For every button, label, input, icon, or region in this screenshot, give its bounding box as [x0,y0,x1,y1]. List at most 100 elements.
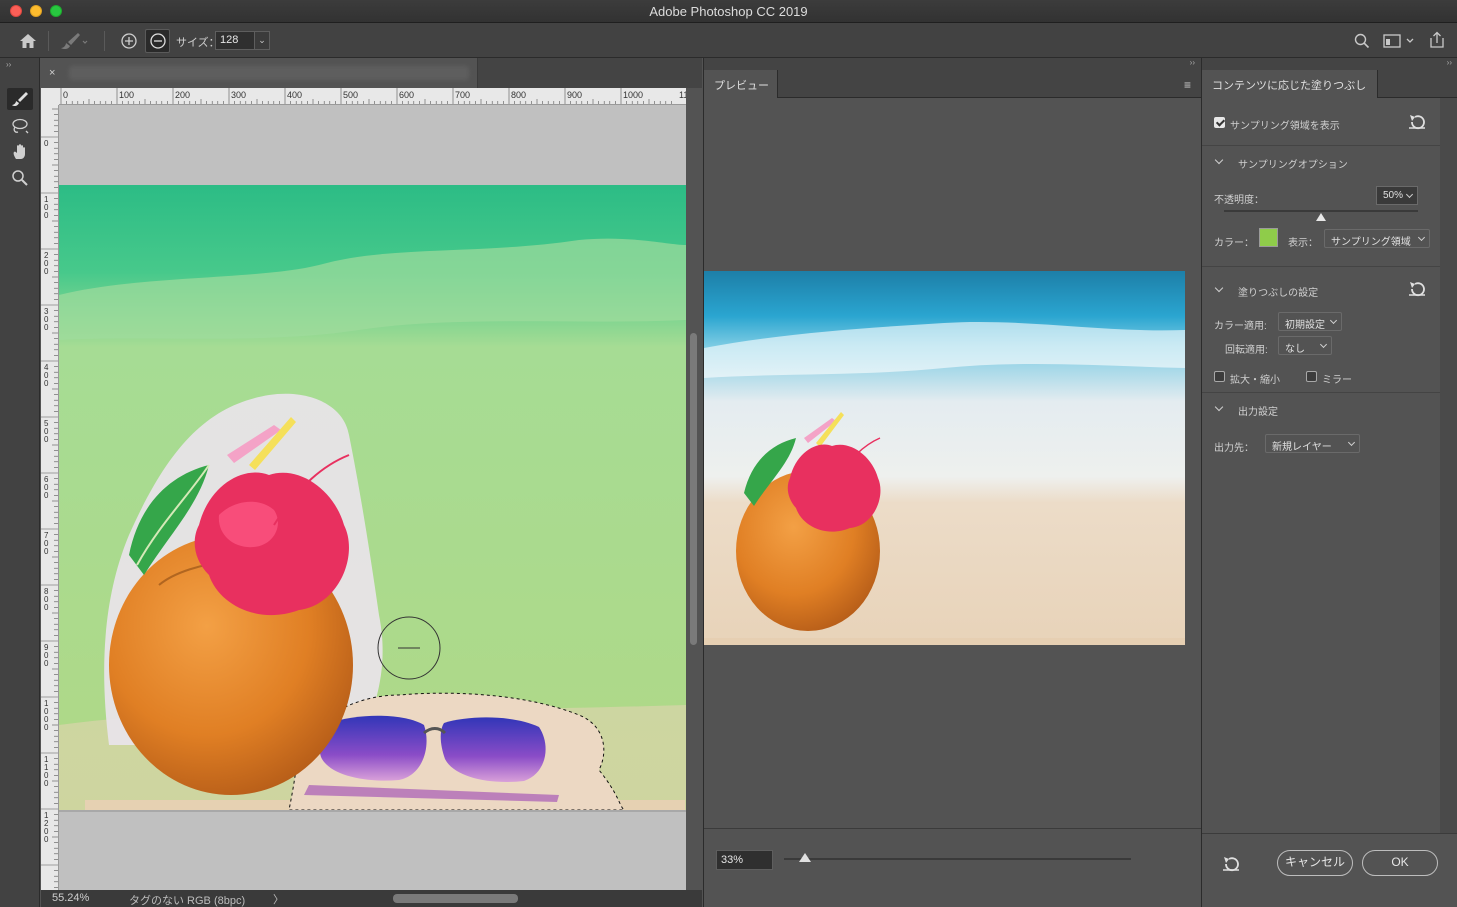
tools-panel: ›› [0,58,40,907]
ruler-h-label: 200 [175,90,190,100]
ok-button[interactable]: OK [1362,850,1438,876]
preview-vertical-scrollbar[interactable] [1185,98,1201,828]
sampling-section-chevron-icon[interactable] [1214,155,1224,165]
ruler-h-label: 800 [511,90,526,100]
opacity-label: 不透明度： [1214,195,1264,206]
horizontal-ruler: 0 100 200 300 400 500 600 700 800 900 1000 1100 [59,88,686,105]
add-to-selection-icon[interactable] [118,31,140,51]
title-bar: Adobe Photoshop CC 2019 [0,0,1457,23]
ruler-corner [41,88,59,105]
separator [48,31,49,51]
ruler-v-label: 0 [44,267,49,276]
ruler-h-label: 600 [399,90,414,100]
document-status-bar: 55.24% タグのない RGB (8bpc) 〉 [41,890,702,907]
fill-section-chevron-icon[interactable] [1214,283,1224,293]
expand-arrows-icon[interactable]: ›› [1190,58,1195,67]
ruler-h-label: 300 [231,90,246,100]
output-to-select[interactable]: 新規レイヤー [1265,434,1360,453]
document-color-info: タグのない RGB (8bpc) [129,895,246,907]
lasso-tool-icon[interactable] [7,115,33,137]
color-adaptation-label: カラー適用: [1214,321,1267,332]
size-input[interactable]: 128 [215,31,255,50]
fill-brush-tool-icon[interactable] [7,88,33,110]
workspace-icon[interactable] [1382,32,1416,50]
display-select[interactable]: サンプリング領域 [1324,229,1430,248]
rotation-adaptation-select[interactable]: なし [1278,336,1332,355]
output-settings-heading[interactable]: 出力設定 [1238,403,1278,418]
ruler-v-label: 0 [44,779,49,788]
ruler-h-label: 500 [343,90,358,100]
hand-tool-icon[interactable] [7,141,33,163]
options-bar: サイズ： 128 ⌄ [0,23,1457,58]
zoom-tool-icon[interactable] [7,167,33,189]
preview-viewport[interactable] [704,98,1185,816]
panel-dock-header: ›› [704,58,1201,70]
subtract-from-selection-icon[interactable] [145,29,170,53]
output-section-chevron-icon[interactable] [1214,402,1224,412]
document-horizontal-scroll-thumb[interactable] [393,894,518,903]
ruler-v-label: 0 [44,323,49,332]
divider [1202,392,1440,393]
show-sampling-area-checkbox[interactable] [1214,117,1225,128]
settings-footer: キャンセル OK [1202,833,1457,907]
content-aware-fill-panel: ›› コンテンツに応じた塗りつぶし サンプリング領域を表示 サンプリングオプショ… [1201,58,1457,907]
status-menu-arrow-icon[interactable]: 〉 [273,891,284,907]
preview-panel: ›› プレビュー ≡ 33% [703,58,1201,907]
color-adaptation-select[interactable]: 初期設定 [1278,312,1342,331]
sampling-options-heading[interactable]: サンプリングオプション [1238,156,1348,171]
collapse-arrows-icon[interactable]: ›› [6,60,11,69]
divider [1202,145,1440,146]
window-title: Adobe Photoshop CC 2019 [649,4,808,19]
ruler-h-label: 400 [287,90,302,100]
scale-checkbox[interactable] [1214,371,1225,382]
ruler-h-label: 900 [567,90,582,100]
collapse-panel-arrows-icon[interactable]: ›› [1447,58,1452,67]
mirror-label: ミラー [1322,375,1352,386]
preview-zoom-slider[interactable] [784,858,1131,860]
preview-zoom-slider-knob[interactable] [798,853,811,862]
rotation-adaptation-label: 回転適用: [1225,345,1268,356]
reset-all-icon[interactable] [1222,856,1240,872]
cancel-button[interactable]: キャンセル [1277,850,1353,876]
reset-fill-settings-icon[interactable] [1408,281,1426,297]
separator [104,31,105,51]
search-icon[interactable] [1352,32,1372,50]
document-area: × 0 100 200 300 400 500 600 700 800 900 1000 1100 0… [41,58,702,907]
document-tab-title-blurred [69,66,469,80]
tab-preview[interactable]: プレビュー [704,70,778,98]
tab-content-aware-fill[interactable]: コンテンツに応じた塗りつぶし [1202,70,1378,98]
photoshop-window: Adobe Photoshop CC 2019 サイズ： 128 ⌄ ›› × … [0,0,1457,907]
settings-scrollbar[interactable] [1440,98,1457,833]
opacity-slider[interactable] [1224,210,1418,212]
size-dropdown-button[interactable]: ⌄ [254,31,270,50]
image-canvas[interactable] [59,105,686,890]
brush-preset-icon[interactable] [58,30,88,52]
document-tab[interactable]: × [41,58,478,88]
document-vertical-scroll-thumb[interactable] [690,333,697,645]
preview-zoom-input[interactable]: 33% [716,850,773,870]
display-label: 表示： [1288,238,1318,249]
close-document-button[interactable]: × [49,67,55,79]
tab-strip [478,58,702,88]
opacity-slider-knob[interactable] [1316,213,1326,221]
share-icon[interactable] [1426,30,1448,50]
settings-body: サンプリング領域を表示 サンプリングオプション 不透明度： 50% カラー： 表… [1202,98,1440,833]
fill-settings-heading[interactable]: 塗りつぶしの設定 [1238,284,1318,299]
color-swatch[interactable] [1259,228,1278,247]
preview-horizontal-scrollbar[interactable] [704,816,1185,828]
ruler-v-label: 0 [44,659,49,668]
ruler-v-label: 0 [44,835,49,844]
opacity-input[interactable]: 50% [1376,186,1418,205]
home-icon[interactable] [16,31,40,51]
document-zoom-level[interactable]: 55.24% [52,892,89,904]
reset-icon[interactable] [1408,114,1426,130]
mirror-checkbox[interactable] [1306,371,1317,382]
ruler-v-label: 0 [44,723,49,732]
ruler-v-label: 0 [44,435,49,444]
show-sampling-area-label: サンプリング領域を表示 [1230,121,1340,132]
document-vertical-scrollbar[interactable] [686,105,702,890]
scale-label: 拡大・縮小 [1230,375,1280,386]
panel-menu-icon[interactable]: ≡ [1184,78,1191,92]
ruler-h-label: 100 [119,90,134,100]
ruler-v-label: 0 [44,211,49,220]
